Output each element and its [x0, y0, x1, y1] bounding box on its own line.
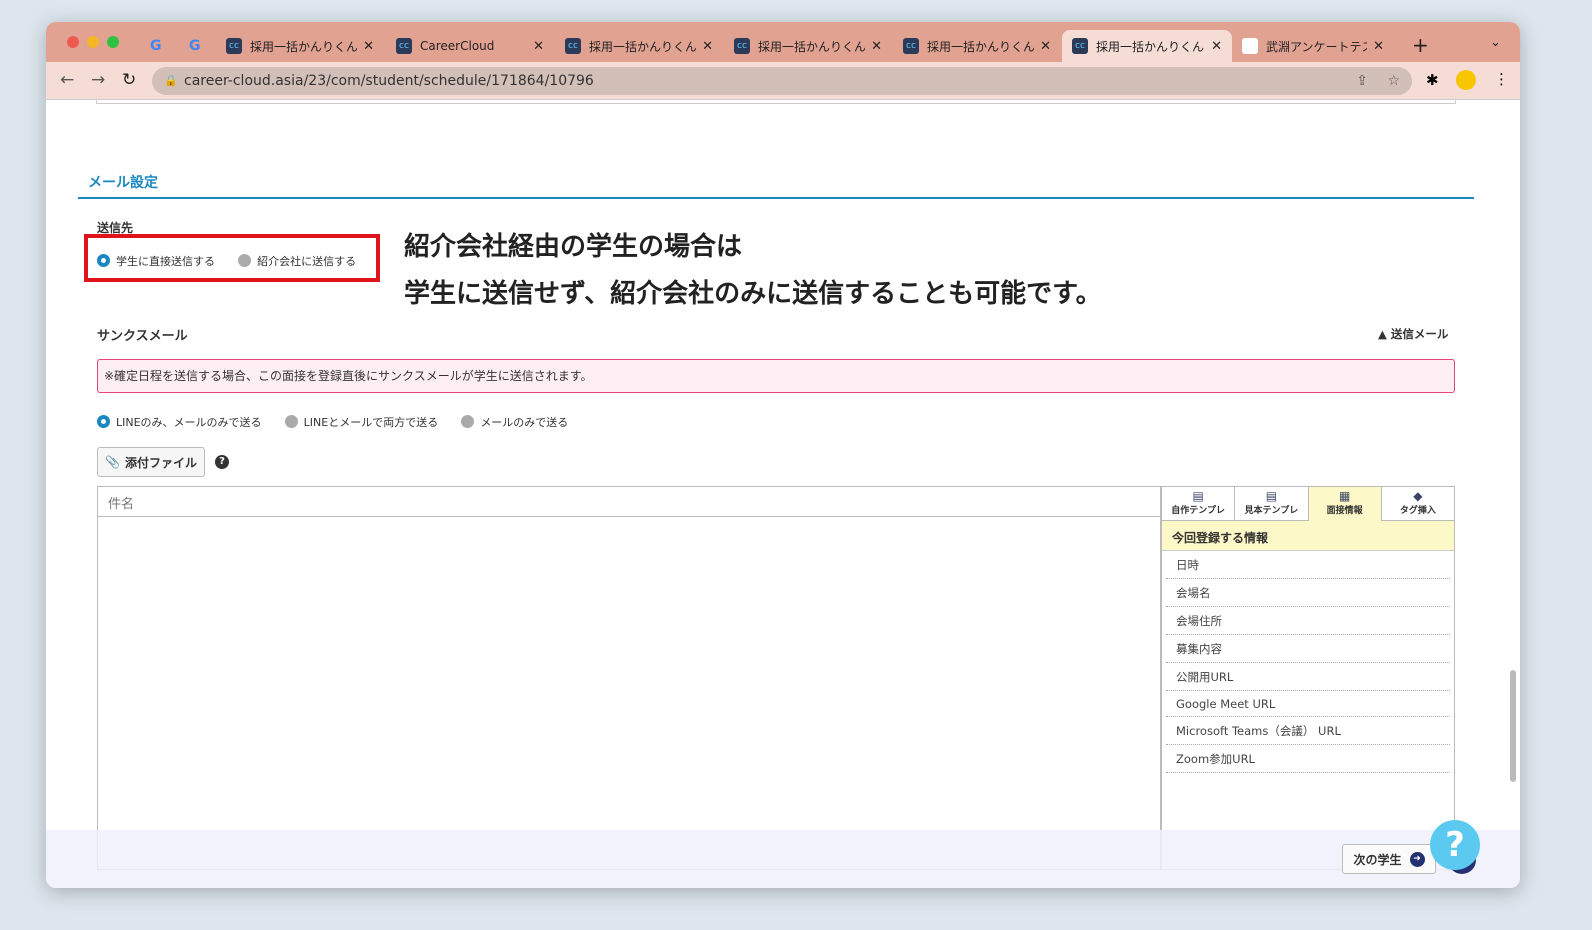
back-button[interactable]: ← — [60, 70, 74, 90]
insert-item[interactable]: 公開用URL — [1166, 663, 1450, 691]
tab[interactable]: 武淵アンケートテスト✕ — [1232, 30, 1394, 62]
forward-button[interactable]: → — [91, 70, 105, 90]
tab-sample-template[interactable]: ▤ 見本テンプレ — [1235, 487, 1309, 521]
document-icon: ▤ — [1192, 489, 1204, 503]
app-favicon-icon: cc — [1072, 38, 1088, 54]
tab-bar: G G cc 採用一括かんりくん ✕ cc CareerCloud ✕ cc 採用一括かん… — [46, 22, 1520, 62]
tab-insert-tag[interactable]: ◆ タグ挿入 — [1381, 487, 1454, 521]
annotation-line-1: 紹介会社経由の学生の場合は — [404, 232, 743, 262]
close-tab-icon[interactable]: ✕ — [871, 39, 882, 54]
next-student-button[interactable]: 次の学生 ➜ — [1342, 844, 1436, 874]
tab[interactable]: cc 採用一括かんりくん ✕ — [216, 30, 384, 62]
close-tab-icon[interactable]: ✕ — [702, 39, 713, 54]
close-tab-icon[interactable]: ✕ — [533, 39, 544, 54]
tab-custom-template[interactable]: ▤ 自作テンプレ — [1162, 487, 1236, 521]
send-method-radio-group: LINEのみ、メールのみで送る LINEとメールで両方で送る メールのみで送る — [97, 413, 586, 432]
annotation-line-2: 学生に送信せず、紹介会社のみに送信することも可能です。 — [404, 279, 1102, 309]
insert-item[interactable]: Zoom参加URL — [1166, 745, 1450, 773]
tab-search-chevron-icon[interactable]: ⌄ — [1490, 35, 1501, 50]
thanks-mail-label: サンクスメール — [97, 329, 188, 344]
subject-input[interactable]: 件名 — [98, 487, 1160, 517]
lock-icon: 🔒 — [164, 74, 178, 87]
app-favicon-icon: cc — [903, 38, 919, 54]
tab[interactable]: cc 採用一括かんりくん ✕ — [724, 30, 892, 62]
reload-button[interactable]: ↻ — [122, 70, 136, 90]
address-bar[interactable]: 🔒 career-cloud.asia/23/com/student/sched… — [152, 67, 1412, 95]
help-button[interactable]: ? — [1430, 820, 1480, 870]
page-content: メール設定 送信先 学生に直接送信する 紹介会社に送信する 紹介会社経由の学生の… — [46, 100, 1520, 888]
app-favicon-icon: cc — [734, 38, 750, 54]
google-tab-icon[interactable]: G — [189, 38, 201, 54]
tab-interview-info[interactable]: ▦ 面接情報 — [1308, 487, 1382, 521]
textarea-bottom-edge — [96, 100, 1456, 104]
close-tab-icon[interactable]: ✕ — [1040, 39, 1051, 54]
tab[interactable]: cc 採用一括かんりくん ✕ — [555, 30, 723, 62]
insert-item[interactable]: Microsoft Teams（会議） URL — [1166, 717, 1450, 745]
close-tab-icon[interactable]: ✕ — [1373, 39, 1384, 54]
minimize-window-button[interactable] — [87, 36, 99, 48]
maximize-window-button[interactable] — [107, 36, 119, 48]
insert-item[interactable]: 日時 — [1166, 551, 1450, 579]
close-window-button[interactable] — [67, 36, 79, 48]
attach-file-button[interactable]: 📎 添付ファイル — [97, 447, 205, 477]
app-favicon-icon: cc — [226, 38, 242, 54]
arrow-right-icon: ➜ — [1409, 851, 1425, 867]
close-tab-icon[interactable]: ✕ — [1211, 39, 1222, 54]
tab-active[interactable]: cc 採用一括かんりくん ✕ — [1062, 30, 1232, 62]
share-icon[interactable]: ⇪ — [1356, 67, 1368, 95]
app-favicon-icon: cc — [565, 38, 581, 54]
calendar-icon: ▦ — [1338, 489, 1351, 503]
insert-item[interactable]: Google Meet URL — [1166, 691, 1450, 717]
browser-toolbar: ← → ↻ 🔒 career-cloud.asia/23/com/student… — [46, 62, 1520, 100]
scrollbar-thumb[interactable] — [1510, 670, 1516, 782]
tag-icon: ◆ — [1413, 489, 1423, 503]
browser-window: G G cc 採用一括かんりくん ✕ cc CareerCloud ✕ cc 採用一括かん… — [46, 22, 1520, 888]
side-panel: ▤ 自作テンプレ ▤ 見本テンプレ ▦ 面接情報 ◆ タグ挿入 今回登録する情報 日時 … — [1160, 487, 1454, 869]
radio-line-and-mail[interactable]: LINEとメールで両方で送る — [284, 414, 438, 430]
app-favicon-icon: cc — [396, 38, 412, 54]
help-question-icon[interactable]: ? — [215, 455, 229, 469]
document-favicon-icon — [1242, 38, 1258, 54]
sent-mail-toggle[interactable]: ▲ 送信メール — [1378, 326, 1448, 342]
insert-item[interactable]: 募集内容 — [1166, 635, 1450, 663]
bookmark-star-icon[interactable]: ☆ — [1387, 67, 1400, 95]
menu-kebab-icon[interactable]: ⋮ — [1494, 70, 1509, 88]
paperclip-icon: 📎 — [105, 455, 120, 469]
mail-editor: 件名 ▤ 自作テンプレ ▤ 見本テンプレ ▦ 面接情報 ◆ タグ挿入 今回登録する情報 … — [97, 486, 1455, 870]
url-text: career-cloud.asia/23/com/student/schedul… — [184, 73, 594, 89]
notice-banner: ※確定日程を送信する場合、この面接を登録直後にサンクスメールが学生に送信されます… — [97, 359, 1455, 393]
document-icon: ▤ — [1265, 489, 1278, 503]
google-tab-icon[interactable]: G — [150, 38, 162, 54]
insert-item[interactable]: 会場名 — [1166, 579, 1450, 607]
tab[interactable]: cc 採用一括かんりくん ✕ — [893, 30, 1061, 62]
close-tab-icon[interactable]: ✕ — [363, 39, 374, 54]
tab[interactable]: cc CareerCloud ✕ — [386, 30, 554, 62]
radio-line-or-mail[interactable]: LINEのみ、メールのみで送る — [97, 414, 262, 430]
highlight-box — [84, 234, 380, 282]
profile-avatar[interactable] — [1456, 70, 1476, 90]
new-tab-button[interactable]: + — [1412, 33, 1429, 57]
insert-item[interactable]: 会場住所 — [1166, 607, 1450, 635]
body-textarea[interactable] — [98, 517, 1160, 869]
footer-bar — [46, 830, 1520, 888]
section-divider — [78, 197, 1474, 199]
radio-mail-only[interactable]: メールのみで送る — [461, 414, 568, 430]
triangle-up-icon: ▲ — [1378, 327, 1391, 341]
section-title: メール設定 — [88, 175, 158, 191]
extensions-icon[interactable]: ✱ — [1426, 71, 1439, 89]
side-panel-header: 今回登録する情報 — [1162, 521, 1454, 551]
